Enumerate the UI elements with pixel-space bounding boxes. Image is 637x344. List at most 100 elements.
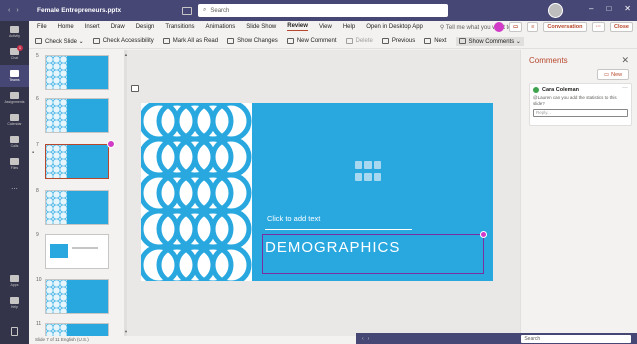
presence-icon[interactable] [493,22,504,32]
review-ribbon: Check Slide ⌄ Check Accessibility Mark A… [29,34,637,49]
slide-thumbnail-6[interactable]: 6 [29,95,124,135]
device-icon[interactable] [0,320,29,342]
ribbon-label: Check Slide ⌄ [45,38,84,45]
rail-item-apps[interactable]: Apps [0,270,29,292]
menu-home[interactable]: Home [58,24,74,30]
slide-thumbnail-5[interactable]: 5 [29,52,124,92]
menu-help[interactable]: Help [343,24,355,30]
menu-transitions[interactable]: Transitions [165,24,194,30]
rail-item-activity[interactable]: Activity [0,21,29,43]
insert-table-icon[interactable] [355,161,363,169]
close-window-icon[interactable]: ✕ [624,4,631,13]
rail-item-assignments[interactable]: Assignments [0,87,29,109]
more-options-button[interactable]: ··· [591,22,606,32]
menu-review[interactable]: Review [287,23,308,31]
maximize-icon[interactable]: □ [606,4,611,13]
teams-icon [10,70,19,77]
search-input[interactable]: ⌕ Search [198,4,448,17]
slide-title[interactable]: DEMOGRAPHICS [265,239,400,256]
reply-input[interactable]: Reply... [533,109,628,117]
open-in-desktop-app[interactable]: Open in Desktop App [366,24,423,30]
second-window-titlebar[interactable]: ‹ › Search [356,333,637,344]
insert-icons-icon[interactable] [373,173,381,181]
ribbon-label: Check Accessibility [102,38,154,44]
show-comments-button[interactable]: Show Comments ⌄ [455,36,524,46]
rail-label: Assignments [4,100,25,104]
menu-draw[interactable]: Draw [111,24,125,30]
spellcheck-icon [35,38,42,44]
conversation-button[interactable]: Conversation [543,22,587,32]
slide-thumbnail-8[interactable]: 8 [29,187,124,227]
show-changes-button[interactable]: Show Changes [227,38,278,44]
second-window-search[interactable]: Search [521,334,632,343]
slide-thumbnail-7[interactable]: 7 ▪ [29,140,124,181]
interlocking-circles-pattern [141,103,252,281]
check-slide-button[interactable]: Check Slide ⌄ [35,38,84,45]
rail-label: Files [10,166,19,170]
rail-item-teams[interactable]: Teams [0,65,29,87]
content-placeholder-icons[interactable] [355,161,381,183]
thumbnail-image [45,234,109,269]
title-bar: ‹ › Female Entrepreneurs.pptx ⌕ Search [0,0,637,21]
rail-item-more[interactable]: ... [0,175,29,197]
new-comment-pane-button[interactable]: ▭ New [597,69,629,80]
slide-editor[interactable]: Click to add text DEMOGRAPHICS [141,103,493,281]
previous-comment-icon [381,38,389,44]
menu-design[interactable]: Design [136,24,155,30]
menu-insert[interactable]: Insert [85,24,100,30]
rail-item-calls[interactable]: Calls [0,131,29,153]
next-comment-button[interactable]: Next [424,38,447,44]
thumbnail-line [72,247,98,249]
comment-message: @Lauren can you add the statistics to th… [533,95,617,106]
menu-slide-show[interactable]: Slide Show [246,24,276,30]
menu-file[interactable]: File [37,24,47,30]
comment-card[interactable]: Cara Coleman ··· @Lauren can you add the… [529,83,632,126]
new-comment-button[interactable]: New Comment [286,38,337,44]
history-nav: ‹ › [0,7,30,14]
check-accessibility-button[interactable]: Check Accessibility [92,38,154,44]
slide-thumbnail-11[interactable]: 11 [29,320,124,336]
rail-item-chat[interactable]: 1 Chat [0,43,29,65]
comment-anchor-icon[interactable] [131,85,139,92]
menu-animations[interactable]: Animations [206,24,236,30]
minimize-icon[interactable]: – [589,4,593,13]
rail-item-files[interactable]: Files [0,153,29,175]
menu-view[interactable]: View [319,24,332,30]
more-icon: ... [11,182,18,191]
comment-more-icon[interactable]: ··· [622,85,628,91]
close-comments-icon[interactable]: ✕ [621,55,629,66]
file-name: Female Entrepreneurs.pptx [37,7,122,14]
pattern-panel [141,103,252,281]
apps-icon [10,275,19,282]
slide-thumbnail-10[interactable]: 10 [29,276,124,316]
author-name: Cara Coleman [542,87,579,93]
rail-item-help[interactable]: Help [0,292,29,314]
back-icon[interactable]: ‹ [362,336,364,342]
insert-chart-icon[interactable] [364,161,372,169]
slide-number: 10 [36,277,42,283]
mark-read-icon [162,38,170,44]
delete-comment-button[interactable]: Delete [345,38,373,44]
back-icon[interactable]: ‹ [8,7,10,14]
thumbnail-image [45,144,109,179]
user-avatar[interactable] [548,3,563,18]
comments-toggle-icon[interactable]: ▭ [508,22,523,32]
content-placeholder[interactable]: Click to add text [267,214,320,223]
rail-item-calendar[interactable]: Calendar [0,109,29,131]
insert-smartart-icon[interactable] [373,161,381,169]
menu-right-actions: ▭ ≡ Conversation ··· Close [493,22,633,32]
filter-icon[interactable]: ≡ [527,22,539,32]
mark-all-read-button[interactable]: Mark All as Read [162,38,218,44]
forward-icon[interactable]: › [368,336,370,342]
new-comment-icon [286,38,294,44]
compose-icon[interactable] [182,6,192,15]
slide-thumbnail-9[interactable]: 9 [29,231,124,271]
files-icon [10,158,19,165]
search-placeholder: Search [210,7,230,14]
insert-picture-icon[interactable] [355,173,363,181]
close-button[interactable]: Close [610,22,633,32]
forward-icon[interactable]: › [16,7,18,14]
previous-comment-button[interactable]: Previous [381,38,415,44]
insert-video-icon[interactable] [364,173,372,181]
slide-thumbnail-pane: 5 6 7 ▪ 8 9 10 11 [29,50,124,336]
